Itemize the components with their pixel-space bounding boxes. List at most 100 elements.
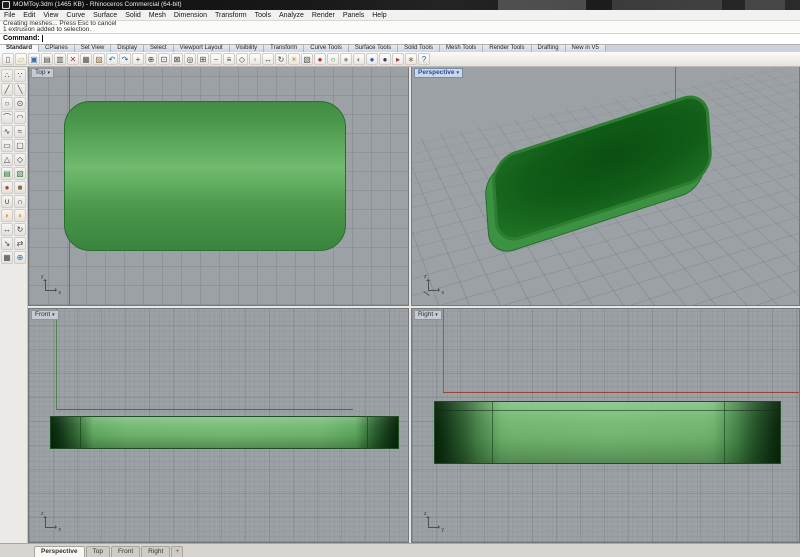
command-input[interactable]: Command: [0,33,800,45]
undo-icon[interactable]: ↶ [106,53,118,65]
toolbar-tab-surface-tools[interactable]: Surface Tools [348,45,399,52]
toolbar-tab-render-tools[interactable]: Render Tools [483,45,532,52]
rounded-rectangle-icon[interactable]: ▢ [14,139,26,152]
zoom-dynamic-icon[interactable]: ⊕ [145,53,157,65]
model-object-top-view[interactable] [64,101,346,251]
new-file-icon[interactable]: ▯ [2,53,14,65]
new-viewport-tab-button[interactable]: + [171,546,184,557]
box-icon[interactable]: ■ [14,181,26,194]
viewport-top[interactable]: Top ▾ yx [28,66,409,306]
title-bar[interactable]: MOMToy.3dm (1465 KB) - Rhinoceros Commer… [0,0,800,10]
polyline-icon[interactable]: ╱ [1,83,13,96]
viewport-label-top[interactable]: Top ▾ [31,68,54,78]
select-brush-icon[interactable]: ▸ [392,53,404,65]
menu-item-render[interactable]: Render [308,10,339,21]
shaded-sphere-gray-icon[interactable]: ● [340,53,352,65]
help-icon[interactable]: ? [418,53,430,65]
ortho-icon[interactable]: − [210,53,222,65]
array-icon[interactable]: ▦ [1,251,13,264]
pan-icon[interactable]: + [132,53,144,65]
point-icon[interactable]: ∴ [1,69,13,82]
menu-item-tools[interactable]: Tools [251,10,275,21]
fillet-edge-icon[interactable]: ◗ [1,209,13,222]
redo-icon[interactable]: ↷ [119,53,131,65]
menu-item-panels[interactable]: Panels [339,10,368,21]
surface-from-curves-icon[interactable]: ▧ [14,167,26,180]
viewport-label-right[interactable]: Right ▾ [414,310,442,320]
render-green-ring-icon[interactable]: ○ [327,53,339,65]
extrude-surface-icon[interactable]: ▤ [1,167,13,180]
menu-item-solid[interactable]: Solid [121,10,145,21]
toolbar-tab-cplanes[interactable]: CPlanes [39,45,75,52]
zoom-selected-icon[interactable]: ◎ [184,53,196,65]
viewport-front[interactable]: Front ▾ zx [28,308,409,543]
paste-icon[interactable]: ▨ [93,53,105,65]
options-icon[interactable]: ∗ [405,53,417,65]
toolbar-tab-solid-tools[interactable]: Solid Tools [398,45,441,52]
menu-item-help[interactable]: Help [368,10,390,21]
viewport-label-front[interactable]: Front ▾ [31,310,59,320]
viewport-tab-top[interactable]: Top [85,546,110,557]
move-icon[interactable]: ↔ [1,223,13,236]
viewport-perspective[interactable]: Perspective ▾ zx [411,66,800,306]
join-icon[interactable]: ⊕ [14,251,26,264]
menu-item-analyze[interactable]: Analyze [275,10,308,21]
scale-icon[interactable]: ↘ [1,237,13,250]
viewport-tab-right[interactable]: Right [141,546,171,557]
viewport-tab-front[interactable]: Front [110,546,141,557]
model-object-right-view[interactable] [434,401,781,464]
sphere-icon[interactable]: ● [1,181,13,194]
viewport-right[interactable]: Right ▾ zy [411,308,800,543]
viewport-label-perspective[interactable]: Perspective ▾ [414,68,464,78]
menu-item-mesh[interactable]: Mesh [145,10,170,21]
osnap-icon[interactable]: ◇ [236,53,248,65]
copy-to-clipboard-icon[interactable]: ▥ [54,53,66,65]
toolbar-tab-display[interactable]: Display [111,45,144,52]
zoom-window-icon[interactable]: ⊡ [158,53,170,65]
save-icon[interactable]: ▣ [28,53,40,65]
circle-icon[interactable]: ○ [1,97,13,110]
toolbar-tab-new-in-v5[interactable]: New in V5 [565,45,606,52]
menu-item-transform[interactable]: Transform [211,10,251,21]
shaded-sphere-dark-icon[interactable]: ● [379,53,391,65]
model-object-front-view[interactable] [50,416,399,449]
viewport-tab-perspective[interactable]: Perspective [34,546,85,557]
arc-start-end-icon[interactable]: ◠ [14,111,26,124]
interpolate-curve-icon[interactable]: ≈ [14,125,26,138]
toolbar-tab-select[interactable]: Select [143,45,174,52]
light-icon[interactable]: ☀ [288,53,300,65]
boolean-union-icon[interactable]: ∪ [1,195,13,208]
toolbar-tab-set-view[interactable]: Set View [74,45,112,52]
toolbar-tab-mesh-tools[interactable]: Mesh Tools [440,45,484,52]
mirror-icon[interactable]: ⇄ [14,237,26,250]
boolean-difference-icon[interactable]: ∩ [14,195,26,208]
rotate-view-icon[interactable]: ↻ [275,53,287,65]
print-icon[interactable]: ▤ [41,53,53,65]
shaded-sphere-silver-icon[interactable]: ◐ [353,53,365,65]
toolbar-tab-visibility[interactable]: Visibility [229,45,265,52]
ellipse-icon[interactable]: ◇ [14,153,26,166]
planar-mode-icon[interactable]: ≡ [223,53,235,65]
record-history-icon[interactable]: ◦ [249,53,261,65]
cut-icon[interactable]: ✕ [67,53,79,65]
line-icon[interactable]: ╲ [14,83,26,96]
toolbar-tab-drafting[interactable]: Drafting [531,45,566,52]
copy-icon[interactable]: ▦ [80,53,92,65]
layers-icon[interactable]: ▧ [301,53,313,65]
arc-icon[interactable]: ⌒ [1,111,13,124]
freeform-curve-icon[interactable]: ∿ [1,125,13,138]
toolbar-tab-curve-tools[interactable]: Curve Tools [304,45,349,52]
shaded-sphere-blue-icon[interactable]: ● [366,53,378,65]
open-file-icon[interactable]: ▱ [15,53,27,65]
control-point-curve-icon[interactable]: ∵ [14,69,26,82]
polygon-icon[interactable]: △ [1,153,13,166]
toolbar-tab-standard[interactable]: Standard [0,45,40,52]
rectangle-icon[interactable]: ▭ [1,139,13,152]
circle-3pt-icon[interactable]: ⊙ [14,97,26,110]
render-red-sphere-icon[interactable]: ● [314,53,326,65]
toolbar-tab-viewport-layout[interactable]: Viewport Layout [173,45,230,52]
menu-item-dimension[interactable]: Dimension [170,10,211,21]
toolbar-tab-transform[interactable]: Transform [264,45,305,52]
zoom-extents-icon[interactable]: ⊠ [171,53,183,65]
move-icon[interactable]: ↔ [262,53,274,65]
